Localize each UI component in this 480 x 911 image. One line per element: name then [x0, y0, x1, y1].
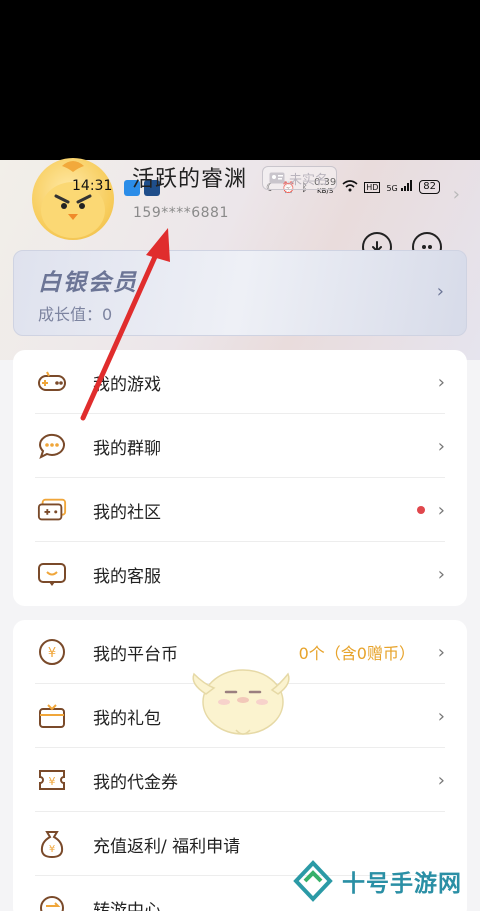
battery-indicator: 82: [419, 180, 440, 194]
menu-item-label: 我的客服: [93, 566, 161, 587]
menu-item-label: 充值返利/ 福利申请: [93, 836, 241, 857]
chevron-right-icon: ›: [437, 705, 445, 727]
menu-item-label: 我的社区: [93, 502, 161, 523]
coin-balance: 0个（含0赠币）: [298, 644, 415, 663]
nickname[interactable]: 活跃的睿渊: [132, 161, 247, 193]
voucher-icon: ¥: [37, 765, 67, 795]
vip-card[interactable]: 白银会员 成长值：0 ›: [13, 250, 467, 336]
chevron-right-icon: ›: [437, 499, 445, 521]
transfer-icon: [37, 893, 67, 911]
chevron-right-icon: ›: [437, 641, 445, 663]
black-top-bar: [0, 0, 480, 160]
realname-badge[interactable]: 未实名: [262, 166, 338, 190]
menu-item-label: 转游中心: [93, 900, 161, 911]
svg-text:¥: ¥: [49, 775, 56, 788]
signal-icon: 5G: [386, 180, 413, 194]
coin-icon: ¥: [37, 637, 67, 667]
menu-item-my-customer-service[interactable]: 我的客服 ›: [13, 542, 467, 606]
menu-item-my-vouchers[interactable]: ¥ 我的代金券 ›: [13, 748, 467, 812]
chevron-right-icon: ›: [437, 563, 445, 585]
id-card-icon: [269, 172, 285, 184]
status-time: 14:31: [72, 178, 113, 194]
chevron-right-icon: ›: [437, 769, 445, 791]
vip-title: 白银会员: [38, 270, 138, 296]
menu-item-label: 我的群聊: [93, 438, 161, 459]
notification-dot: [417, 506, 425, 514]
menu-item-label: 我的游戏: [93, 374, 161, 395]
menu-card-primary: 我的游戏 › 我的群聊 › 我的社区 › 我的客服 ›: [13, 350, 467, 606]
menu-item-my-community[interactable]: 我的社区 ›: [13, 478, 467, 542]
customer-service-icon: [37, 559, 67, 589]
svg-text:¥: ¥: [48, 646, 56, 661]
site-watermark: 十号手游网: [292, 860, 462, 902]
chat-bubble-icon: [37, 431, 67, 461]
menu-item-label: 我的平台币: [93, 644, 178, 665]
svg-text:¥: ¥: [49, 844, 55, 855]
chevron-right-icon: ›: [436, 281, 444, 302]
phone-number: 159****6881: [133, 205, 229, 221]
avatar[interactable]: [32, 158, 114, 240]
profile-chevron-icon[interactable]: ›: [453, 184, 460, 205]
hd-icon: HD: [364, 181, 381, 193]
vip-growth: 成长值：0: [38, 305, 113, 324]
menu-item-my-games[interactable]: 我的游戏 ›: [13, 350, 467, 414]
mascot-sticker: [192, 669, 290, 735]
menu-item-label: 我的代金券: [93, 772, 178, 793]
watermark-logo-icon: [293, 860, 333, 902]
chevron-right-icon: ›: [437, 371, 445, 393]
gift-icon: [37, 701, 67, 731]
gamepad-icon: [37, 367, 67, 397]
community-icon: [37, 495, 67, 525]
menu-item-my-group-chats[interactable]: 我的群聊 ›: [13, 414, 467, 478]
menu-item-label: 我的礼包: [93, 708, 161, 729]
wifi-icon: [342, 179, 358, 195]
money-bag-icon: ¥: [37, 829, 67, 859]
chevron-right-icon: ›: [437, 435, 445, 457]
watermark-text: 十号手游网: [342, 871, 462, 897]
